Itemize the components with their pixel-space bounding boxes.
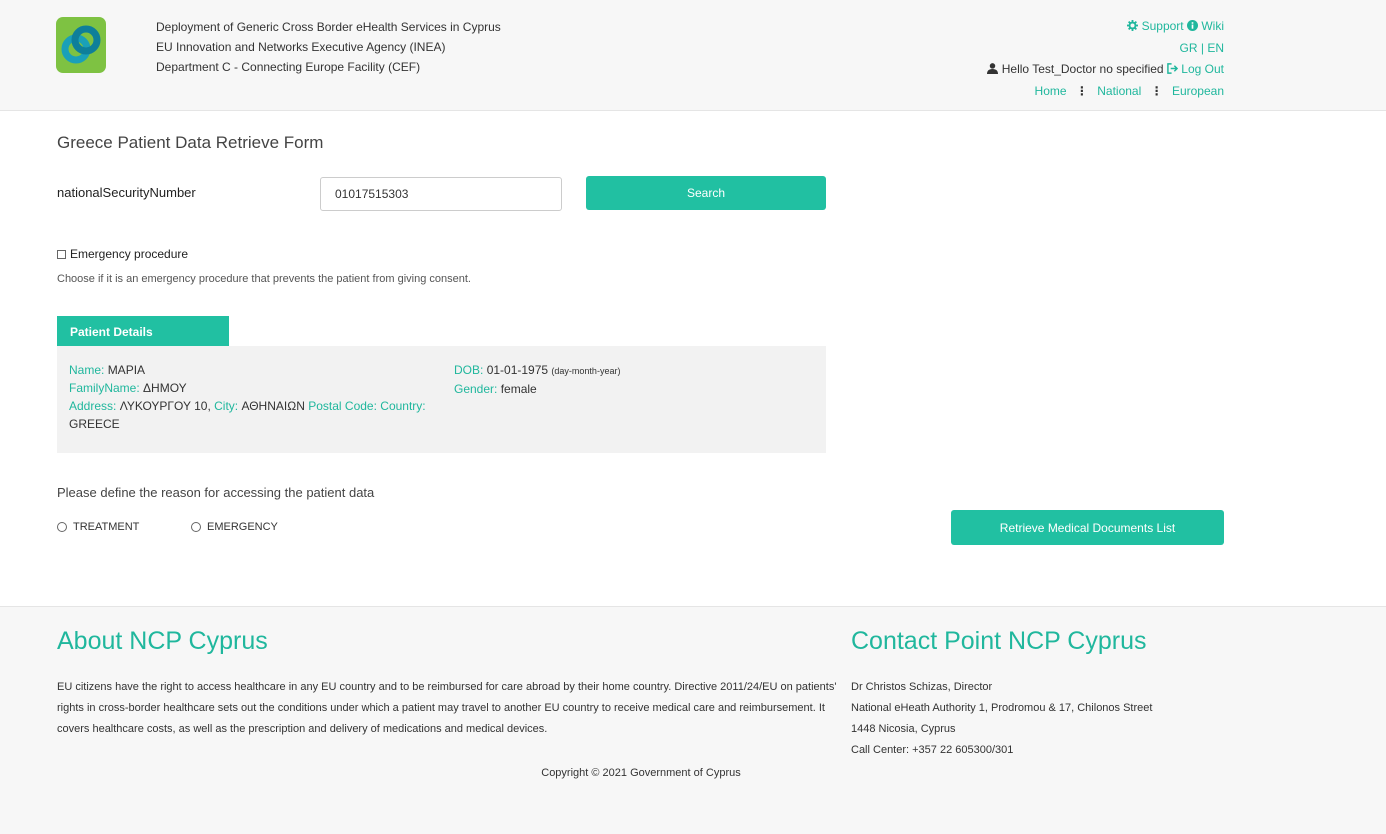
reason-option-emergency[interactable]: EMERGENCY [191, 521, 278, 533]
lang-en-link[interactable]: EN [1207, 41, 1224, 55]
national-security-number-input[interactable] [320, 177, 562, 211]
patient-gender-row: Gender: female [454, 380, 620, 398]
patient-address-row: Address: ΛΥΚΟΥΡΓΟΥ 10, City: ΑΘΗΝΑΙΩΝ Po… [69, 397, 439, 433]
retrieve-documents-button[interactable]: Retrieve Medical Documents List [951, 510, 1224, 545]
emergency-procedure-help: Choose if it is an emergency procedure t… [57, 273, 471, 285]
dob-label: DOB: [454, 363, 484, 377]
treatment-label: TREATMENT [73, 521, 140, 533]
emergency-radio[interactable] [191, 522, 201, 532]
national-security-number-label: nationalSecurityNumber [57, 185, 196, 200]
header: Deployment of Generic Cross Border eHeal… [0, 0, 1386, 111]
contact-line-4: Call Center: +357 22 605300/301 [851, 744, 1014, 756]
patient-details-tab: Patient Details [57, 316, 229, 346]
header-utilities: Support Wiki GR | EN Hello Test_Doctor n… [987, 16, 1224, 102]
main-nav: Home ⋮ National ⋮ European [987, 81, 1224, 102]
family-name-value: ΔΗΜΟΥ [143, 381, 187, 395]
reason-option-treatment[interactable]: TREATMENT [57, 521, 139, 533]
contact-line-1: Dr Christos Schizas, Director [851, 681, 993, 693]
name-value: ΜΑΡΙΑ [107, 363, 146, 377]
support-label: Support [1141, 19, 1184, 33]
about-text: EU citizens have the right to access hea… [57, 681, 837, 735]
contact-line-3: 1448 Nicosia, Cyprus [851, 723, 956, 735]
gender-value: female [500, 382, 537, 396]
logout-icon [1167, 60, 1179, 81]
nav-national[interactable]: National [1097, 84, 1141, 98]
user-greeting: Hello Test_Doctor no specified [1001, 62, 1164, 76]
organization-info: Deployment of Generic Cross Border eHeal… [156, 17, 501, 77]
name-label: Name: [69, 363, 105, 377]
emergency-procedure-checkbox[interactable] [57, 249, 66, 259]
postal-code-label: Postal Code: [308, 399, 377, 413]
dob-value: 01-01-1975 [486, 363, 549, 377]
gender-label: Gender: [454, 382, 498, 396]
about-title: About NCP Cyprus [57, 627, 268, 655]
patient-dob-row: DOB: 01-01-1975 (day-month-year) [454, 361, 620, 380]
dob-format: (day-month-year) [551, 366, 621, 376]
family-name-label: FamilyName: [69, 381, 140, 395]
country-value: GREECE [69, 417, 120, 431]
patient-family-row: FamilyName: ΔΗΜΟΥ [69, 379, 439, 397]
city-label: City: [214, 399, 239, 413]
wiki-label: Wiki [1201, 19, 1224, 33]
nav-separator: ⋮ [1075, 84, 1088, 98]
contact-title: Contact Point NCP Cyprus [851, 627, 1147, 655]
logout-label: Log Out [1181, 62, 1224, 76]
user-icon [987, 60, 999, 81]
logo-icon[interactable] [56, 17, 106, 73]
gear-icon [1127, 17, 1139, 38]
country-label: Country: [380, 399, 426, 413]
copyright: Copyright © 2021 Government of Cyprus [541, 767, 741, 779]
emergency-label: EMERGENCY [207, 521, 278, 533]
nav-separator: ⋮ [1150, 84, 1163, 98]
emergency-procedure-label: Emergency procedure [70, 247, 189, 261]
org-line-2: EU Innovation and Networks Executive Age… [156, 40, 446, 54]
info-icon [1186, 17, 1198, 38]
search-button[interactable]: Search [586, 176, 826, 210]
lang-separator: | [1200, 41, 1204, 55]
form-title: Greece Patient Data Retrieve Form [57, 133, 324, 152]
patient-details-panel: Name: ΜΑΡΙΑ FamilyName: ΔΗΜΟΥ Address: Λ… [57, 346, 826, 453]
reason-title: Please define the reason for accessing t… [57, 485, 375, 500]
wiki-link[interactable]: Wiki [1186, 19, 1224, 33]
contact-info: Dr Christos Schizas, Director National e… [851, 677, 1152, 761]
logout-link[interactable]: Log Out [1167, 62, 1224, 76]
lang-gr-link[interactable]: GR [1180, 41, 1198, 55]
nav-european[interactable]: European [1172, 84, 1224, 98]
nav-home[interactable]: Home [1035, 84, 1067, 98]
footer: About NCP Cyprus EU citizens have the ri… [0, 606, 1386, 834]
org-line-1: Deployment of Generic Cross Border eHeal… [156, 20, 501, 34]
org-line-3: Department C - Connecting Europe Facilit… [156, 60, 421, 74]
emergency-procedure-option: Emergency procedure [57, 247, 188, 261]
address-label: Address: [69, 399, 117, 413]
treatment-radio[interactable] [57, 522, 67, 532]
support-link[interactable]: Support [1127, 19, 1187, 33]
contact-line-2: National eHeath Authority 1, Prodromou &… [851, 702, 1153, 714]
city-value: ΑΘΗΝΑΙΩΝ [241, 399, 305, 413]
address-value: ΛΥΚΟΥΡΓΟΥ 10, [119, 399, 211, 413]
patient-name-row: Name: ΜΑΡΙΑ [69, 361, 439, 379]
